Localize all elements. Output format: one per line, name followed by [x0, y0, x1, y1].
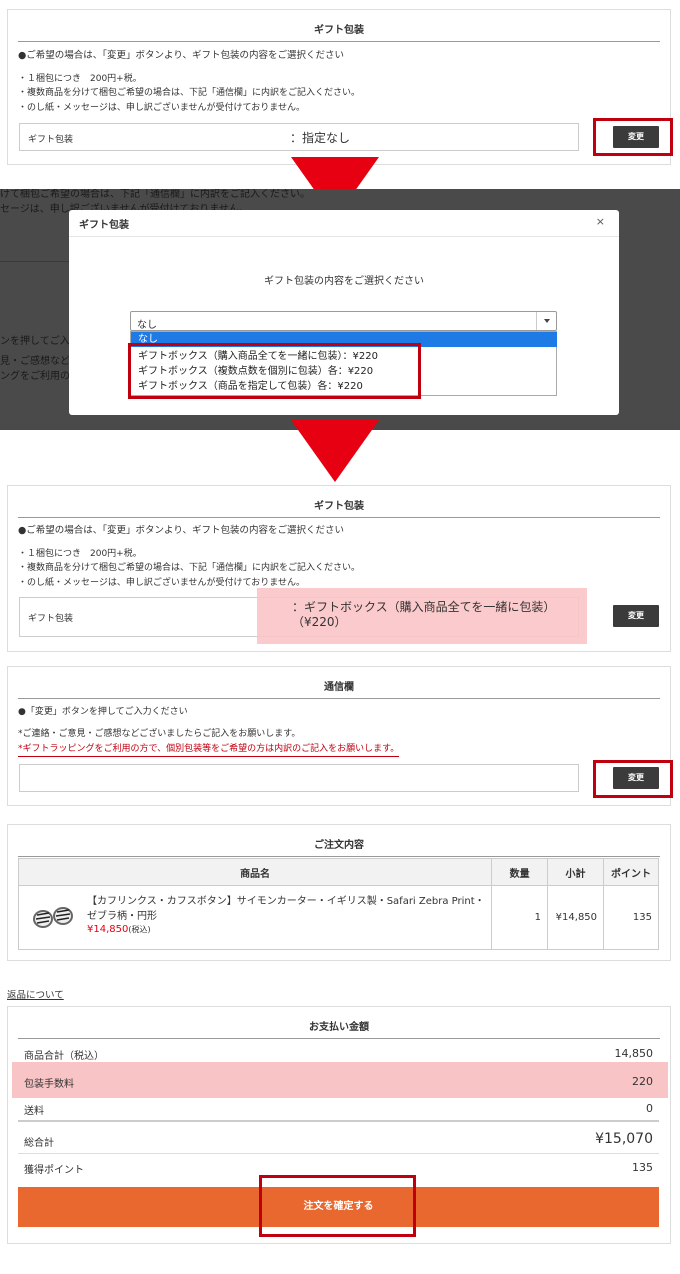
- gift-panel-title: ギフト包装: [18, 21, 660, 42]
- divider: [18, 1120, 659, 1122]
- gift-intro: ●ご希望の場合は、「変更」ボタンより、ギフト包装の内容をご選択ください: [18, 525, 344, 536]
- summary-total-value: ¥15,070: [595, 1131, 653, 1147]
- gift-field: ギフト包装 ：指定なし: [19, 123, 579, 151]
- modal-prompt: ギフト包装の内容をご選択ください: [264, 276, 424, 287]
- summary-value: 14,850: [614, 1047, 654, 1060]
- highlight-gift-change: [593, 118, 673, 156]
- message-panel-title: 通信欄: [18, 678, 660, 699]
- gift-note-2: ・複数商品を分けて梱包ご希望の場合は、下記「通信欄」に内訳をご記入ください。: [18, 88, 361, 98]
- ghost-text: ンを押してご入: [0, 336, 70, 347]
- col-points: ポイント: [603, 858, 659, 886]
- fee-row-highlight: [12, 1062, 668, 1098]
- message-field[interactable]: [19, 764, 579, 792]
- gift-note-2: ・複数商品を分けて梱包ご希望の場合は、下記「通信欄」に内訳をご記入ください。: [18, 563, 361, 573]
- summary-label: 獲得ポイント: [24, 1165, 84, 1176]
- gift-field-label: ギフト包装: [28, 614, 74, 624]
- order-panel-title: ご注文内容: [18, 836, 660, 857]
- gift-field-value: ：ギフトボックス（購入商品全てを一緒に包装）（¥220）: [292, 600, 556, 629]
- ghost-divider: [0, 261, 70, 262]
- summary-label: 総合計: [24, 1138, 54, 1149]
- payment-panel-title: お支払い金額: [18, 1018, 660, 1039]
- ghost-text: 見・ご感想など: [0, 356, 70, 367]
- highlight-gift-options: [128, 343, 421, 399]
- table-row: 【カフリンクス・カフスボタン】サイモンカーター・イギリス製・Safari Zeb…: [17, 885, 659, 950]
- gift-field-label: ギフト包装: [28, 135, 74, 145]
- ghost-text: けて梱包ご希望の場合は、下記「通信欄」に内訳をご記入ください。: [0, 189, 310, 200]
- gift-field-value: ：指定なし: [290, 131, 351, 145]
- product-cell: 【カフリンクス・カフスボタン】サイモンカーター・イギリス製・Safari Zeb…: [17, 885, 493, 950]
- gift-change-button[interactable]: 変更: [613, 605, 659, 627]
- gift-intro: ●ご希望の場合は、「変更」ボタンより、ギフト包装の内容をご選択ください: [18, 50, 344, 61]
- col-product: 商品名: [17, 858, 493, 886]
- modal-title: ギフト包装: [79, 220, 129, 231]
- subtotal-cell: ¥14,850: [547, 885, 605, 950]
- product-price: ¥14,850: [87, 924, 129, 935]
- close-icon[interactable]: ×: [596, 215, 605, 228]
- chevron-down-icon: [536, 312, 556, 330]
- gift-select[interactable]: なし: [130, 311, 557, 331]
- gift-panel-after: ギフト包装 ●ご希望の場合は、「変更」ボタンより、ギフト包装の内容をご選択くださ…: [7, 485, 671, 652]
- returns-link[interactable]: 返品について: [7, 987, 64, 1001]
- col-qty: 数量: [491, 858, 549, 886]
- divider: [18, 1153, 659, 1154]
- gift-note-1: ・１梱包につき 200円+税。: [18, 74, 142, 84]
- ghost-text: ングをご利用の: [0, 371, 70, 382]
- gift-select-value: なし: [137, 320, 157, 331]
- table-header-row: 商品名 数量 小計 ポイント: [17, 858, 659, 886]
- arrow-down-icon: [291, 420, 379, 482]
- gift-panel-before: ギフト包装 ●ご希望の場合は、「変更」ボタンより、ギフト包装の内容をご選択くださ…: [7, 9, 671, 165]
- message-intro: ●「変更」ボタンを押してご入力ください: [18, 707, 188, 717]
- message-panel: 通信欄 ●「変更」ボタンを押してご入力ください *ご連絡・ご意見・ご感想などござ…: [7, 666, 671, 806]
- col-subtotal: 小計: [547, 858, 605, 886]
- qty-cell: 1: [491, 885, 549, 950]
- product-name[interactable]: 【カフリンクス・カフスボタン】サイモンカーター・イギリス製・Safari Zeb…: [87, 894, 487, 924]
- highlight-confirm: [259, 1175, 416, 1237]
- summary-label: 包装手数料: [24, 1079, 74, 1090]
- product-tax-note: (税込): [128, 925, 151, 934]
- message-note-2: *ギフトラッピングをご利用の方で、個別包装等をご希望の方は内訳のご記入をお願いし…: [18, 741, 400, 757]
- summary-value: 0: [646, 1102, 653, 1115]
- gift-note-3: ・のし紙・メッセージは、申し訳ございませんが受付けておりません。: [18, 578, 306, 588]
- product-image[interactable]: [27, 902, 77, 932]
- order-table: 商品名 数量 小計 ポイント 【カフリンクス・カフスボタン】サイモンカーター・イ…: [17, 858, 659, 950]
- gift-note-1: ・１梱包につき 200円+税。: [18, 549, 142, 559]
- points-cell: 135: [603, 885, 659, 950]
- modal-header-divider: [69, 236, 619, 237]
- highlight-message-change: [593, 760, 673, 798]
- summary-value: 220: [632, 1075, 653, 1088]
- summary-label: 送料: [24, 1106, 44, 1117]
- gift-note-3: ・のし紙・メッセージは、申し訳ございませんが受付けておりません。: [18, 103, 306, 113]
- gift-panel-title: ギフト包装: [18, 497, 660, 518]
- summary-value: 135: [632, 1161, 653, 1174]
- summary-label: 商品合計（税込）: [24, 1051, 104, 1062]
- message-note-1: *ご連絡・ご意見・ご感想などございましたらご記入をお願いします。: [18, 729, 301, 739]
- product-price-line: ¥14,850(税込): [87, 924, 151, 935]
